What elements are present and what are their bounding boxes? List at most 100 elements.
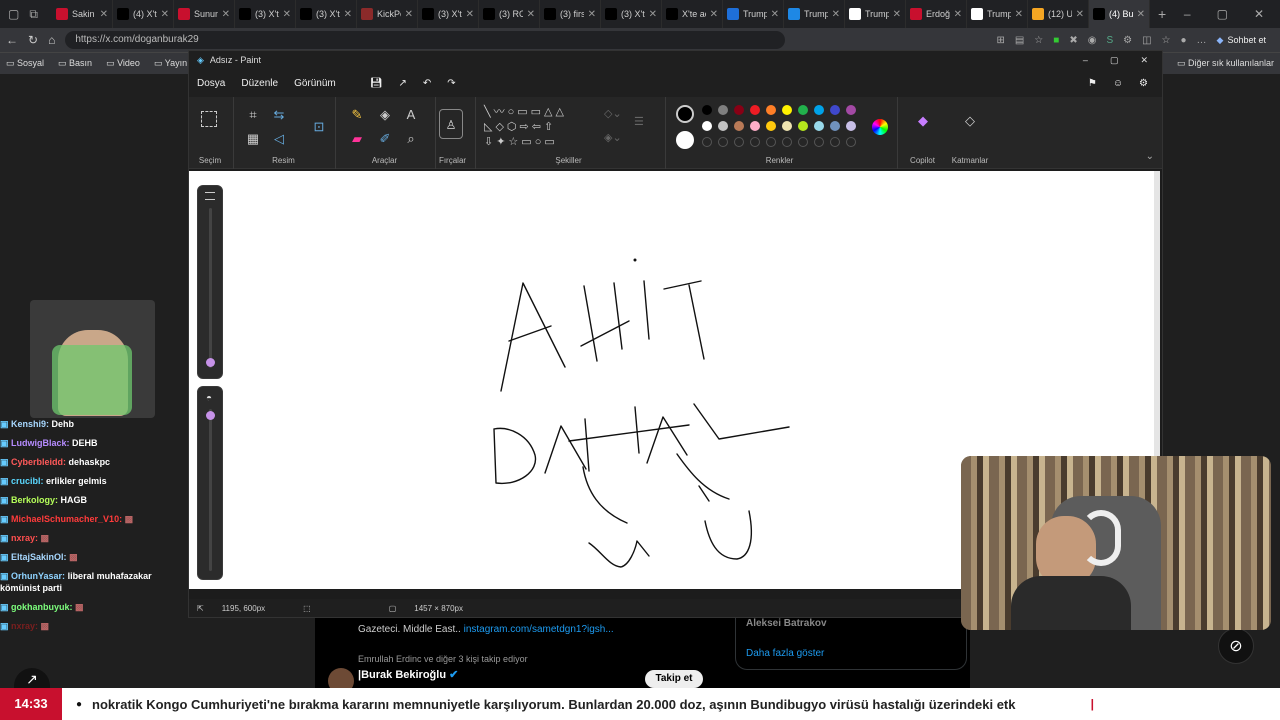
account-icon[interactable]: ☺ <box>1113 78 1123 89</box>
browser-tab[interactable]: Trump ✕ <box>784 0 845 28</box>
reader-icon[interactable]: ▤ <box>1015 35 1024 46</box>
bookmark-folder[interactable]: ▭ Yayın <box>154 58 187 69</box>
color-swatch[interactable] <box>782 105 792 115</box>
suggested-user-name[interactable]: |Burak Bekiroğlu ✔ <box>358 668 458 681</box>
browser-tab[interactable]: (3) X'te ✕ <box>235 0 296 28</box>
reload-icon[interactable]: ↻ <box>28 33 38 47</box>
close-icon[interactable]: ✕ <box>1254 7 1264 21</box>
tab-close-icon[interactable]: ✕ <box>222 9 230 20</box>
tab-close-icon[interactable]: ✕ <box>832 9 840 20</box>
browser-tab[interactable]: (12) U ✕ <box>1028 0 1089 28</box>
chat-username[interactable]: nxray: <box>11 533 38 543</box>
color-swatch[interactable] <box>814 105 824 115</box>
brush-icon[interactable]: ♙ <box>439 109 463 139</box>
color-swatch[interactable] <box>798 121 808 131</box>
browser-tab[interactable]: KickPe ✕ <box>357 0 418 28</box>
slider-knob[interactable] <box>206 411 215 420</box>
browser-tab[interactable]: Trump ✕ <box>967 0 1028 28</box>
maximize-icon[interactable]: ▢ <box>1110 55 1119 66</box>
shapes-gallery[interactable]: ╲〰○▭▭△△ ◺◇⬡⇨⇦⇧ ⇩✦☆▭○▭ <box>484 105 592 150</box>
url-field[interactable]: https://x.com/doganburak29 <box>65 31 786 49</box>
browser-tab[interactable]: (3) firs ✕ <box>540 0 601 28</box>
bookmark-folder[interactable]: ▭ Sosyal <box>6 58 44 69</box>
color-swatch[interactable] <box>846 105 856 115</box>
menu-file[interactable]: Dosya <box>197 78 225 89</box>
tab-close-icon[interactable]: ✕ <box>710 9 718 20</box>
tab-close-icon[interactable]: ✕ <box>466 9 474 20</box>
other-bookmarks[interactable]: ▭ Diğer sık kullanılanlar <box>1177 58 1274 69</box>
edit-colors-icon[interactable] <box>872 119 888 135</box>
browser-tab[interactable]: Sunum ✕ <box>174 0 235 28</box>
collections-icon[interactable]: ☆ <box>1162 35 1171 46</box>
tab-close-icon[interactable]: ✕ <box>283 9 291 20</box>
rotate-icon[interactable]: ◁ <box>270 131 288 147</box>
browser-tab[interactable]: (3) RO ✕ <box>479 0 540 28</box>
bio-link[interactable]: instagram.com/sametdgn1?igsh... <box>464 624 614 635</box>
extension-icon[interactable]: ✖ <box>1069 35 1077 46</box>
tab-close-icon[interactable]: ✕ <box>771 9 779 20</box>
color-swatch[interactable] <box>814 121 824 131</box>
chat-username[interactable]: LudwigBlack: <box>11 438 70 448</box>
color-swatch[interactable] <box>766 121 776 131</box>
chat-username[interactable]: MichaelSchumacher_V10: <box>11 514 122 524</box>
text-icon[interactable]: A <box>402 107 420 122</box>
browser-tab[interactable]: (3) X'te ✕ <box>418 0 479 28</box>
tab-close-icon[interactable]: ✕ <box>1015 9 1023 20</box>
save-icon[interactable]: 💾︎ <box>370 78 383 89</box>
pencil-icon[interactable]: ✎ <box>348 107 366 123</box>
primary-color[interactable] <box>676 105 694 123</box>
chat-username[interactable]: gokhanbuyuk: <box>11 602 73 612</box>
extension-icon[interactable]: S <box>1106 35 1113 46</box>
suggested-account[interactable]: Aleksei Batrakov <box>746 618 827 629</box>
shape-size-icon[interactable]: ☰ <box>634 115 644 128</box>
split-icon[interactable]: ◫ <box>1142 35 1151 46</box>
tab-close-icon[interactable]: ✕ <box>588 9 596 20</box>
color-swatch[interactable] <box>830 121 840 131</box>
shape-fill-icon[interactable]: ◈⌄ <box>604 131 622 144</box>
tab-close-icon[interactable]: ✕ <box>100 9 108 20</box>
image-select-icon[interactable]: ▦ <box>244 131 262 147</box>
resize-icon[interactable]: ⇆ <box>270 107 288 123</box>
copilot-chat-button[interactable]: ◆ Sohbet et <box>1217 35 1274 46</box>
redo-icon[interactable]: ↷ <box>447 78 455 89</box>
fill-icon[interactable]: ◈ <box>376 107 394 123</box>
color-swatch[interactable] <box>702 105 712 115</box>
copilot-icon[interactable]: ◆ <box>914 113 932 129</box>
minimize-icon[interactable]: – <box>1083 55 1088 66</box>
crop-icon[interactable]: ⌗ <box>244 107 262 123</box>
browser-tab[interactable]: (3) X'te ✕ <box>601 0 662 28</box>
menu-edit[interactable]: Düzenle <box>241 78 278 89</box>
opacity-slider[interactable]: ◓ <box>197 386 223 580</box>
color-swatch[interactable] <box>750 121 760 131</box>
brush-size-slider[interactable] <box>197 185 223 379</box>
tab-close-icon[interactable]: ✕ <box>161 9 169 20</box>
show-more-link[interactable]: Daha fazla göster <box>746 648 824 659</box>
new-tab-icon[interactable]: + <box>1158 6 1166 22</box>
browser-tab[interactable]: (4) Bu ✕ <box>1089 0 1150 28</box>
tab-close-icon[interactable]: ✕ <box>649 9 657 20</box>
compose-icon[interactable]: ⊘ <box>1218 628 1254 664</box>
maximize-icon[interactable]: ▢ <box>1217 7 1228 21</box>
color-swatch[interactable] <box>830 105 840 115</box>
chat-username[interactable]: Cyberbleidd: <box>11 457 66 467</box>
select-icon[interactable] <box>201 111 217 127</box>
color-swatch[interactable] <box>718 105 728 115</box>
tab-actions-icon[interactable]: ⧉ <box>29 7 38 22</box>
shape-outline-icon[interactable]: ◇⌄ <box>604 107 622 120</box>
chat-username[interactable]: Berkology: <box>11 495 58 505</box>
extension-icon[interactable]: ⊞ <box>996 35 1004 46</box>
color-swatch[interactable] <box>766 105 776 115</box>
home-icon[interactable]: ⌂ <box>48 33 55 47</box>
color-swatch[interactable] <box>750 105 760 115</box>
close-icon[interactable]: ✕ <box>1140 55 1148 66</box>
bookmark-folder[interactable]: ▭ Basın <box>58 58 92 69</box>
follow-button[interactable]: Takip et <box>645 670 703 688</box>
tab-close-icon[interactable]: ✕ <box>1076 9 1084 20</box>
background-removal-icon[interactable]: ⊡ <box>310 119 328 135</box>
color-swatch[interactable] <box>734 105 744 115</box>
undo-icon[interactable]: ↶ <box>423 78 431 89</box>
chat-username[interactable]: EltajSakinOl: <box>11 552 67 562</box>
extension-icon[interactable]: ◉ <box>1088 35 1097 46</box>
browser-tab[interactable]: Erdoğ ✕ <box>906 0 967 28</box>
browser-tab[interactable]: Sakin ✕ <box>52 0 113 28</box>
